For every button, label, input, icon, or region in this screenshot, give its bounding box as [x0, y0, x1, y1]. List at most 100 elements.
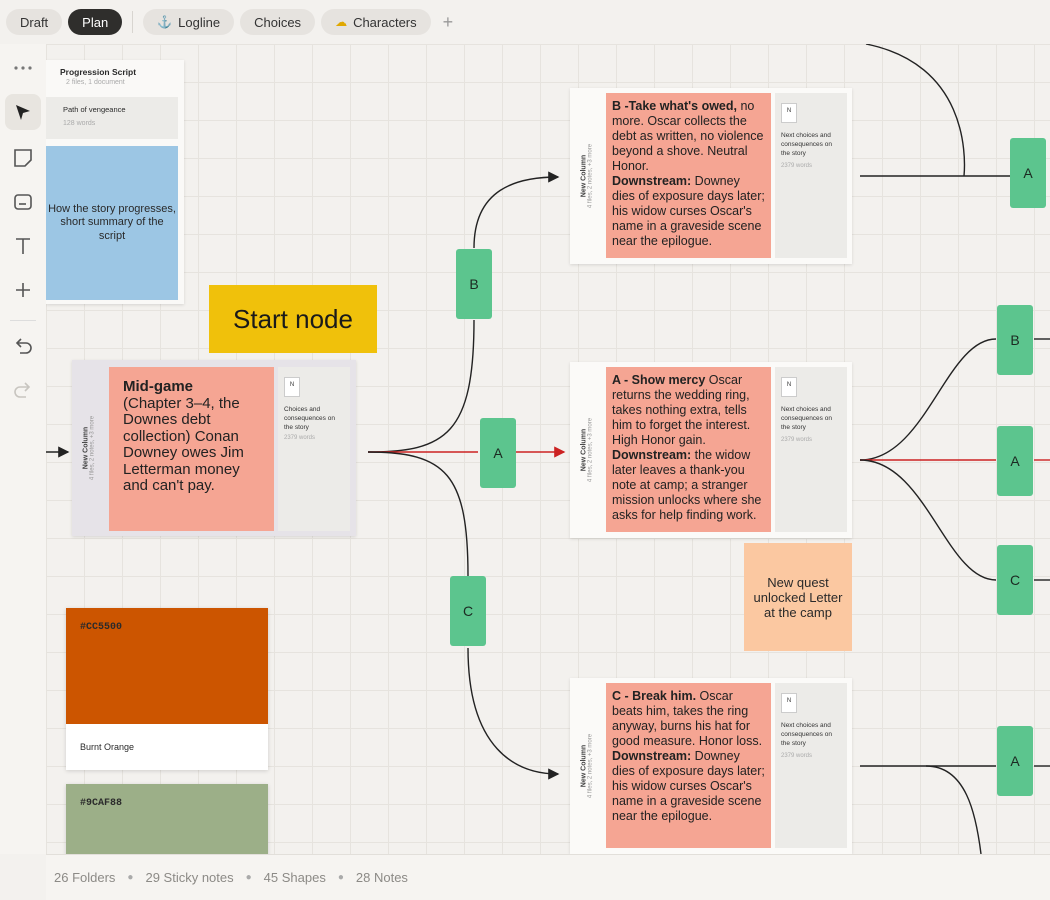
add-tool-button[interactable] [5, 272, 41, 308]
document-text: Next choices and consequences on the sto… [781, 132, 832, 157]
column-label: New Column 4 files, 2 notes, +3 more [570, 678, 604, 854]
divider [132, 11, 134, 33]
tab-plan[interactable]: Plan [68, 9, 123, 35]
document-text: Choices and consequences on the story [284, 406, 335, 431]
shapes-count: 45 Shapes [263, 870, 326, 885]
sticky-notes-count: 29 Sticky notes [145, 870, 234, 885]
notes-count: 28 Notes [355, 870, 408, 885]
swatch-hex: #CC5500 [80, 622, 123, 633]
top-toolbar: Draft Plan ⚓ Logline Choices ☁ Character… [0, 0, 1050, 44]
branch-a-node[interactable]: A [480, 418, 516, 488]
tab-logline-label: Logline [178, 14, 221, 30]
branch-c-node[interactable]: C [997, 545, 1033, 615]
note-heading: A - Show mercy [612, 373, 706, 387]
branch-a-node[interactable]: A [997, 726, 1033, 796]
separator-dot: ● [337, 872, 344, 883]
column-meta: 4 files, 2 notes, +3 more [587, 733, 594, 799]
more-options-button[interactable] [5, 50, 41, 86]
downstream-label: Downstream: [612, 749, 692, 763]
quest-sticky-note[interactable]: New quest unlocked Letter at the camp [744, 543, 852, 651]
branch-a-node[interactable]: A [997, 426, 1033, 496]
characters-icon: ☁ [335, 15, 348, 29]
document-icon: N [781, 103, 797, 123]
branch-b-node[interactable]: B [997, 305, 1033, 375]
swatch-name: Burnt Orange [66, 724, 268, 770]
tab-draft[interactable]: Draft [6, 9, 63, 35]
document-item[interactable]: Path of vengeance 128 words [46, 97, 178, 139]
add-tab-button[interactable]: + [443, 12, 454, 33]
color-swatch-card[interactable]: #9CAF88 [66, 784, 268, 854]
swatch-color: #9CAF88 [66, 784, 268, 854]
column-meta: 4 files, 2 notes, +3 more [587, 417, 594, 483]
document-panel[interactable]: N Next choices and consequences on the s… [775, 367, 847, 532]
start-node-label[interactable]: Start node [209, 285, 377, 353]
separator-dot: ● [127, 872, 134, 883]
document-words: 2379 words [781, 753, 813, 759]
text-tool-button[interactable] [5, 228, 41, 264]
document-panel[interactable]: N Choices and consequences on the story … [278, 367, 350, 531]
column-meta: 4 files, 2 notes, +3 more [89, 415, 96, 481]
card-meta: 2 files, 1 document [66, 79, 125, 86]
midgame-heading: Mid-game [123, 378, 194, 395]
column-label: New Column 4 files, 2 notes, +3 more [570, 362, 604, 538]
choice-c-column[interactable]: New Column 4 files, 2 notes, +3 more C - … [570, 678, 852, 854]
color-swatch-card[interactable]: #CC5500 Burnt Orange [66, 608, 268, 770]
column-title: New Column [580, 428, 588, 472]
sticky-note-summary[interactable]: How the story progresses, short summary … [46, 146, 178, 300]
tab-characters[interactable]: ☁ Characters [321, 9, 431, 35]
undo-icon [15, 338, 32, 354]
document-words: 2379 words [781, 437, 813, 443]
select-tool-button[interactable] [5, 94, 41, 130]
document-icon: N [781, 693, 797, 713]
note-tool-button[interactable] [5, 184, 41, 220]
tab-choices[interactable]: Choices [240, 9, 316, 35]
progression-script-card[interactable]: Progression Script 2 files, 1 document P… [46, 60, 184, 304]
midgame-column[interactable]: New Column 4 files, 2 notes, +3 more Mid-… [72, 360, 356, 536]
branch-a-node[interactable]: A [1010, 138, 1046, 208]
column-meta: 4 files, 2 notes, +3 more [587, 143, 594, 209]
downstream-label: Downstream: [612, 174, 692, 188]
downstream-label: Downstream: [612, 448, 692, 462]
choice-a-column[interactable]: New Column 4 files, 2 notes, +3 more A - … [570, 362, 852, 538]
card-title: Progression Script [60, 67, 137, 77]
midgame-body: (Chapter 3–4, the Downes debt collection… [123, 394, 244, 494]
card-icon [14, 194, 32, 210]
redo-button[interactable] [5, 372, 41, 408]
document-words: 2379 words [284, 435, 316, 441]
choice-a-note[interactable]: A - Show mercy Oscar returns the wedding… [606, 367, 771, 532]
document-words: 2379 words [781, 163, 813, 169]
divider [10, 320, 36, 321]
document-icon: N [781, 377, 797, 397]
redo-icon [14, 382, 31, 398]
anchor-icon: ⚓ [157, 15, 173, 29]
undo-button[interactable] [5, 328, 41, 364]
column-label: New Column 4 files, 2 notes, +3 more [570, 88, 604, 264]
document-title: Path of vengeance [63, 105, 126, 114]
pointer-icon [16, 105, 30, 120]
canvas[interactable]: Progression Script 2 files, 1 document P… [46, 44, 1050, 854]
choice-b-column[interactable]: New Column 4 files, 2 notes, +3 more B -T… [570, 88, 852, 264]
swatch-color: #CC5500 [66, 608, 268, 724]
tab-characters-label: Characters [353, 14, 417, 30]
column-title: New Column [82, 426, 90, 470]
document-text: Next choices and consequences on the sto… [781, 406, 832, 431]
separator-dot: ● [245, 872, 252, 883]
branch-c-node[interactable]: C [450, 576, 486, 646]
tab-logline[interactable]: ⚓ Logline [143, 9, 235, 35]
column-title: New Column [580, 744, 588, 788]
choice-b-note[interactable]: B -Take what's owed, no more. Oscar coll… [606, 93, 771, 258]
branch-b-node[interactable]: B [456, 249, 492, 319]
midgame-note[interactable]: Mid-game (Chapter 3–4, the Downes debt c… [109, 367, 274, 531]
document-words: 128 words [63, 120, 96, 127]
status-bar: 26 Folders ● 29 Sticky notes ● 45 Shapes… [46, 854, 1050, 900]
column-title: New Column [580, 154, 588, 198]
sticky-note-icon [14, 149, 32, 167]
left-toolbar [0, 44, 47, 854]
sticky-note-tool-button[interactable] [5, 140, 41, 176]
text-icon [16, 238, 30, 254]
document-panel[interactable]: N Next choices and consequences on the s… [775, 93, 847, 258]
document-text: Next choices and consequences on the sto… [781, 722, 832, 747]
choice-c-note[interactable]: C - Break him. Oscar beats him, takes th… [606, 683, 771, 848]
document-panel[interactable]: N Next choices and consequences on the s… [775, 683, 847, 848]
swatch-hex: #9CAF88 [80, 798, 123, 809]
